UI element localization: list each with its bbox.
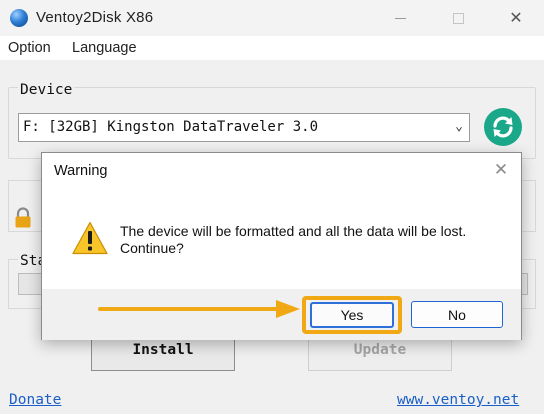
menu-option[interactable]: Option xyxy=(8,40,51,56)
chevron-down-icon: ⌄ xyxy=(455,119,463,134)
dialog-message: The device will be formatted and all the… xyxy=(120,223,467,256)
warning-icon xyxy=(72,221,108,255)
arrow-annotation-icon xyxy=(98,300,300,318)
minimize-button[interactable] xyxy=(388,6,412,30)
menu-language[interactable]: Language xyxy=(72,40,137,56)
menu-bar: Option Language xyxy=(0,36,544,60)
dialog-close-button[interactable]: ✕ xyxy=(490,159,512,181)
refresh-icon xyxy=(493,116,513,138)
yes-button[interactable]: Yes xyxy=(310,302,394,328)
title-bar: Ventoy2Disk X86 ✕ xyxy=(0,0,544,36)
website-link[interactable]: www.ventoy.net xyxy=(397,392,519,408)
device-dropdown-value: F: [32GB] Kingston DataTraveler 3.0 xyxy=(23,119,319,135)
ventoy-logo-icon xyxy=(10,9,28,27)
lock-icon xyxy=(15,207,31,228)
window-close-button[interactable]: ✕ xyxy=(504,6,528,30)
close-icon: ✕ xyxy=(493,160,509,179)
close-icon: ✕ xyxy=(509,10,523,27)
warning-dialog: Warning ✕ The device will be formatted a… xyxy=(41,152,522,340)
device-group-label: Device xyxy=(18,82,75,98)
donate-link[interactable]: Donate xyxy=(9,392,61,408)
device-dropdown[interactable]: F: [32GB] Kingston DataTraveler 3.0 ⌄ xyxy=(18,113,470,142)
window-title: Ventoy2Disk X86 xyxy=(36,9,154,26)
dialog-title: Warning xyxy=(54,163,108,179)
maximize-button[interactable] xyxy=(446,6,470,30)
minimize-icon xyxy=(394,17,406,19)
maximize-icon xyxy=(452,12,464,24)
refresh-button[interactable] xyxy=(484,108,522,146)
no-button[interactable]: No xyxy=(411,301,503,328)
